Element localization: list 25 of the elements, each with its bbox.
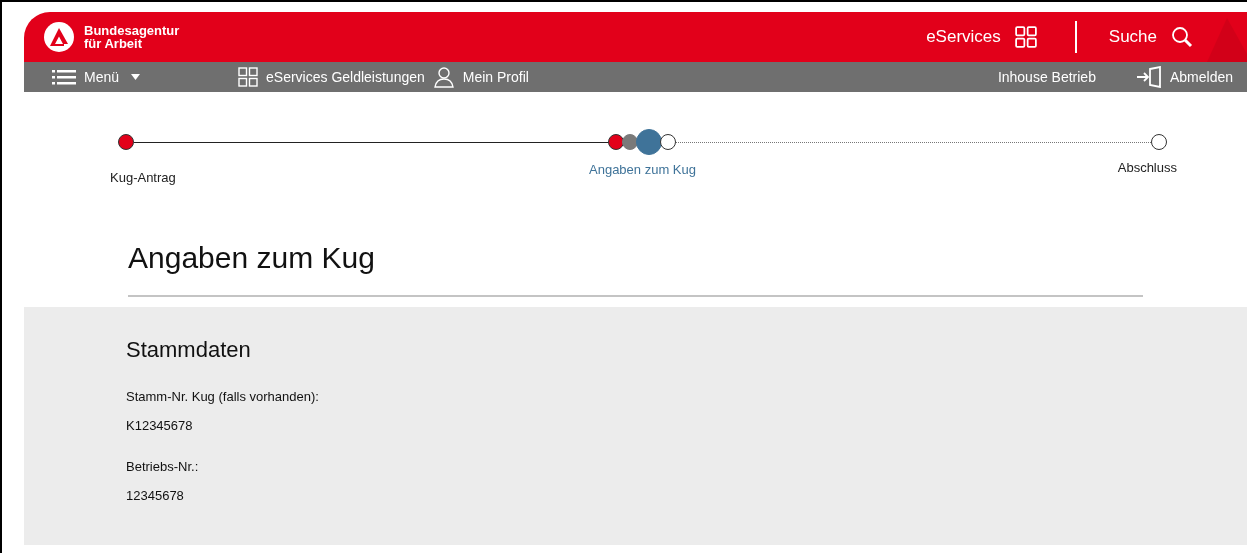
logout-button[interactable]: Abmelden	[1135, 66, 1233, 88]
step-label[interactable]: Kug-Antrag	[110, 170, 176, 185]
grid-icon	[238, 67, 259, 87]
search-icon	[1171, 26, 1193, 48]
eservices-link[interactable]: eServices Geldleistungen	[238, 67, 425, 87]
field-value: K12345678	[126, 418, 194, 433]
logo-icon	[44, 22, 74, 52]
logo-text: Bundesagentur für Arbeit	[84, 24, 180, 50]
step-label[interactable]: Angaben zum Kug	[589, 162, 696, 185]
search-button[interactable]: Suche	[1108, 26, 1193, 48]
grid-icon[interactable]	[1014, 26, 1037, 48]
company-name: Inhouse Betrieb	[997, 69, 1096, 85]
step-label[interactable]: Abschluss	[1117, 160, 1177, 185]
menu-icon	[52, 69, 76, 85]
caret-icon	[131, 74, 141, 80]
profile-link[interactable]: Mein Profil	[432, 66, 529, 88]
logout-icon	[1135, 66, 1162, 88]
field-value: 12345678	[126, 488, 185, 503]
user-icon	[432, 66, 455, 88]
section-title: Stammdaten	[126, 337, 252, 363]
page-title: Angaben zum Kug	[128, 241, 376, 275]
field-label: Betriebs-Nr.:	[126, 459, 200, 474]
eservices-link[interactable]: eServices	[926, 27, 1001, 47]
menu-button[interactable]: Menü	[52, 69, 141, 85]
field-label: Stamm-Nr. Kug (falls vorhanden):	[126, 389, 320, 404]
